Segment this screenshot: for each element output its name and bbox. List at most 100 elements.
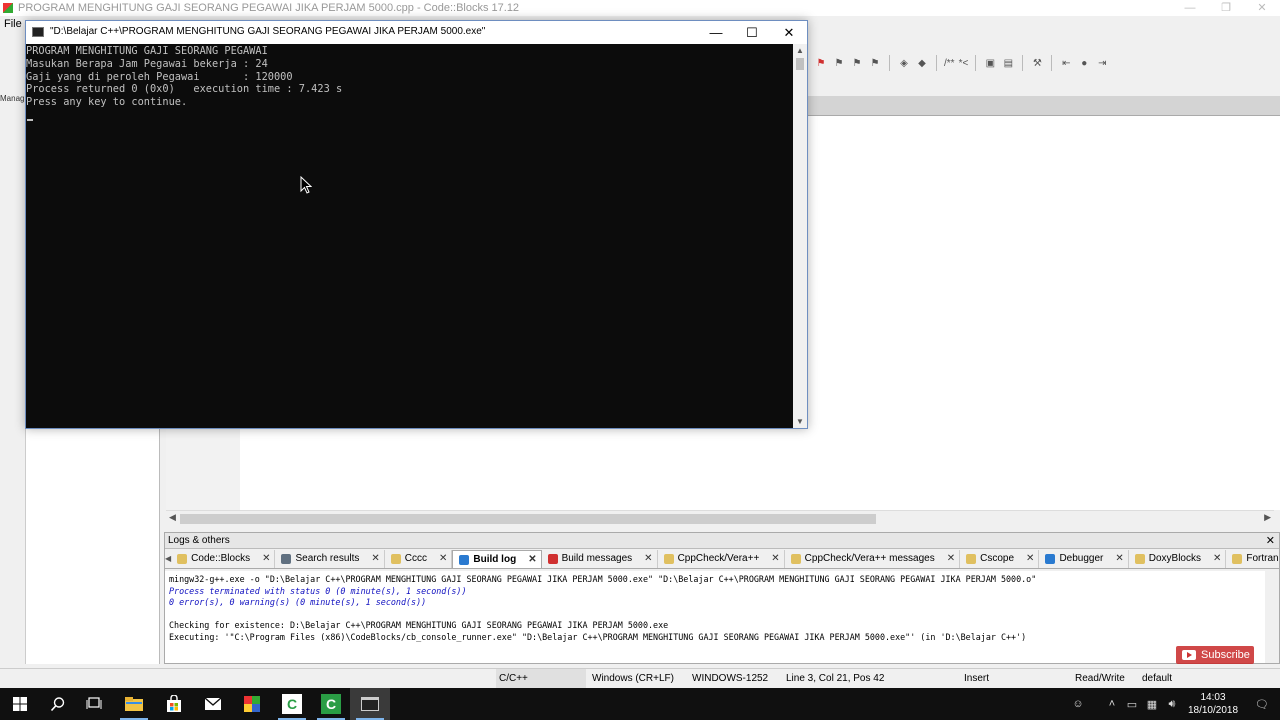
- close-icon[interactable]: ✕: [371, 550, 379, 568]
- ide-window-controls: — ❐ ✕: [1172, 0, 1280, 16]
- close-icon[interactable]: ✕: [1266, 533, 1275, 549]
- minimize-button[interactable]: —: [698, 21, 734, 44]
- console-output[interactable]: PROGRAM MENGHITUNG GAJI SEORANG PEGAWAI M…: [26, 44, 793, 428]
- console-window[interactable]: "D:\Belajar C++\PROGRAM MENGHITUNG GAJI …: [25, 20, 808, 429]
- tab-debugger[interactable]: Debugger ✕: [1039, 550, 1129, 568]
- tab-cccc[interactable]: Cccc ✕: [385, 550, 453, 568]
- code-icon[interactable]: ◈: [897, 56, 911, 70]
- magnifier-icon: [281, 554, 292, 564]
- editor-gutter: [166, 428, 240, 510]
- build-log-output[interactable]: mingw32-g++.exe -o "D:\Belajar C++\PROGR…: [165, 571, 1265, 663]
- search-icon: [50, 697, 65, 712]
- console-vertical-scrollbar[interactable]: ▲ ▼: [793, 44, 807, 428]
- ide-close-button[interactable]: ✕: [1244, 0, 1280, 16]
- document-icon: [663, 554, 674, 564]
- tab-label: Build messages: [561, 553, 633, 564]
- clear-bookmarks-icon[interactable]: ⚑: [868, 56, 882, 70]
- notification-icon[interactable]: 🗨︎: [1244, 698, 1280, 711]
- tab-label: Cscope: [980, 553, 1015, 564]
- people-icon[interactable]: ☺: [1068, 698, 1088, 710]
- codeblocks-button[interactable]: C: [311, 688, 351, 720]
- jump-forward-icon[interactable]: ⇥: [1095, 56, 1109, 70]
- folder-icon: [125, 697, 143, 711]
- tab-cppcheck-vera[interactable]: CppCheck/Vera++ ✕: [658, 550, 785, 568]
- network-icon[interactable]: ▦: [1142, 698, 1162, 711]
- store-button[interactable]: [154, 688, 194, 720]
- youtube-icon: [1182, 650, 1196, 660]
- log-line: mingw32-g++.exe -o "D:\Belajar C++\PROGR…: [169, 574, 1037, 584]
- close-icon[interactable]: ✕: [1026, 550, 1034, 568]
- tab-cppcheck-vera-messages[interactable]: CppCheck/Vera++ messages ✕: [785, 550, 961, 568]
- close-button[interactable]: ✕: [771, 21, 807, 44]
- battery-icon[interactable]: ▭: [1122, 698, 1142, 711]
- app-button[interactable]: [232, 688, 272, 720]
- ide-toolbar: ⚑ ⚑ ⚑ ⚑ ◈ ◆ /** *< ▣ ▤ ⚒ ⇤ ● ⇥: [808, 50, 1280, 76]
- close-icon[interactable]: ✕: [644, 550, 652, 568]
- toolbar-divider: [1022, 55, 1024, 71]
- doxywizard-icon[interactable]: ▣: [983, 56, 997, 70]
- next-bookmark-icon[interactable]: ⚑: [850, 56, 864, 70]
- editor-tabbar: [808, 96, 1280, 116]
- comment-line-icon[interactable]: *<: [959, 56, 969, 70]
- jump-icon[interactable]: ◆: [915, 56, 929, 70]
- scroll-right-icon[interactable]: ▶: [1264, 512, 1271, 523]
- jump-dot-icon[interactable]: ●: [1077, 56, 1091, 70]
- comment-block-icon[interactable]: /**: [944, 56, 955, 70]
- search-button[interactable]: [38, 688, 78, 720]
- mail-button[interactable]: [193, 688, 233, 720]
- toolbar-divider: [936, 55, 937, 71]
- log-line: Executing: '"C:\Program Files (x86)\Code…: [169, 631, 1027, 642]
- close-icon[interactable]: ✕: [262, 550, 270, 568]
- scroll-up-icon[interactable]: ▲: [796, 46, 804, 55]
- tab-doxyblocks[interactable]: DoxyBlocks ✕: [1129, 550, 1227, 568]
- menu-file[interactable]: File: [4, 18, 22, 30]
- close-icon[interactable]: ✕: [947, 550, 955, 568]
- subscribe-button[interactable]: Subscribe: [1176, 646, 1254, 664]
- task-view-button[interactable]: [74, 688, 114, 720]
- start-button[interactable]: [0, 688, 40, 720]
- tab-build-log[interactable]: Build log ✕: [452, 550, 542, 569]
- tab-search-results[interactable]: Search results ✕: [275, 550, 385, 568]
- html-docs-icon[interactable]: ▤: [1001, 56, 1015, 70]
- camtasia-button[interactable]: C: [272, 688, 312, 720]
- log-line: Process terminated with status 0 (0 minu…: [169, 585, 467, 596]
- maximize-button[interactable]: ☐: [734, 21, 770, 44]
- jump-back-icon[interactable]: ⇤: [1059, 56, 1073, 70]
- console-line: Press any key to continue.: [26, 96, 188, 109]
- close-icon[interactable]: ✕: [1213, 550, 1221, 568]
- file-explorer-button[interactable]: [114, 688, 154, 720]
- bookmark-flag-icon[interactable]: ⚑: [814, 56, 828, 70]
- close-icon[interactable]: ✕: [1115, 550, 1123, 568]
- gear-icon: [1045, 554, 1056, 564]
- logs-vertical-scrollbar[interactable]: [1265, 571, 1279, 663]
- tab-label: Search results: [295, 553, 360, 564]
- console-taskbar-button[interactable]: [350, 688, 390, 720]
- status-line-endings: Windows (CR+LF): [592, 673, 674, 684]
- prev-bookmark-icon[interactable]: ⚑: [832, 56, 846, 70]
- tab-cscope[interactable]: Cscope ✕: [960, 550, 1040, 568]
- tab-code-blocks[interactable]: Code::Blocks ✕: [171, 550, 276, 568]
- scrollbar-thumb[interactable]: [180, 514, 876, 524]
- scrollbar-thumb[interactable]: [796, 58, 804, 70]
- chevron-up-icon[interactable]: ˄: [1102, 698, 1122, 710]
- editor-horizontal-scrollbar[interactable]: ◀ ▶: [166, 510, 1274, 526]
- volume-icon[interactable]: 🔊︎: [1162, 698, 1182, 711]
- tab-build-messages[interactable]: Build messages ✕: [542, 550, 658, 568]
- wrench-icon[interactable]: ⚒: [1030, 56, 1044, 70]
- scroll-left-icon[interactable]: ◀: [169, 512, 176, 523]
- console-app-icon: [32, 27, 44, 37]
- management-label[interactable]: Manag: [0, 94, 24, 103]
- task-view-icon: [86, 697, 102, 709]
- close-icon[interactable]: ✕: [528, 551, 536, 569]
- ide-minimize-button[interactable]: —: [1172, 0, 1208, 16]
- close-icon[interactable]: ✕: [771, 550, 779, 568]
- close-icon[interactable]: ✕: [439, 550, 447, 568]
- console-titlebar[interactable]: "D:\Belajar C++\PROGRAM MENGHITUNG GAJI …: [26, 21, 807, 44]
- clock[interactable]: 14:03 18/10/2018: [1182, 691, 1244, 717]
- colored-tiles-icon: [244, 696, 260, 712]
- console-line: PROGRAM MENGHITUNG GAJI SEORANG PEGAWAI: [26, 45, 268, 57]
- tab-fortran-in[interactable]: Fortran in: [1226, 550, 1279, 568]
- ide-maximize-button[interactable]: ❐: [1208, 0, 1244, 16]
- scroll-down-icon[interactable]: ▼: [796, 417, 804, 426]
